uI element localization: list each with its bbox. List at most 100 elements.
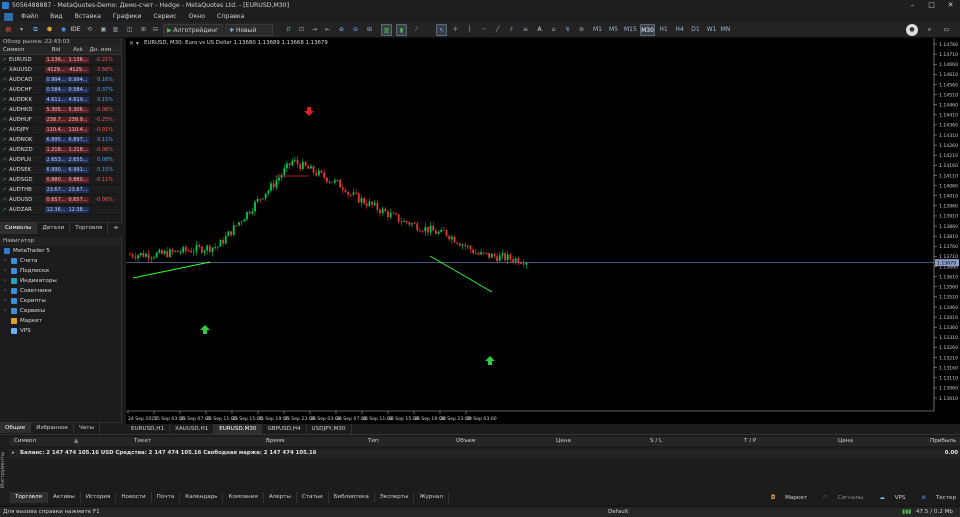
- market-watch-row[interactable]: AUDCHF0.584...0.584...0.37%: [0, 85, 121, 95]
- price-chart[interactable]: 1.14760 1.14710 1.14660 1.14610 1.14560 1.145…: [126, 38, 960, 424]
- fibonacci-icon[interactable]: ≡: [520, 24, 531, 36]
- expand-arrow-icon[interactable]: ›: [4, 306, 11, 316]
- market-watch-row[interactable]: AUDUSD0.657...0.657...-0.06%: [0, 195, 121, 205]
- chart-tab-gbpusd-h4[interactable]: GBPUSD,H4: [262, 424, 307, 434]
- tf-mn[interactable]: MN: [720, 24, 731, 36]
- market-watch-row[interactable]: AUDNZD1.218...1.218...-0.06%: [0, 145, 121, 155]
- chart-window[interactable]: 1.14760 1.14710 1.14660 1.14610 1.14560 1.145…: [126, 38, 960, 424]
- tf-d1[interactable]: D1: [690, 24, 701, 36]
- history-icon[interactable]: ⊟: [150, 24, 161, 36]
- th-sl[interactable]: S / L: [650, 437, 662, 446]
- channel-icon[interactable]: ⫽: [506, 24, 517, 36]
- autoscroll-icon[interactable]: ⇤: [322, 24, 333, 36]
- col-bid[interactable]: Bid: [45, 46, 67, 54]
- th-type[interactable]: Тип: [368, 437, 379, 446]
- terminal-icon[interactable]: ▥: [110, 24, 121, 36]
- crosshair-icon[interactable]: ✛: [450, 24, 461, 36]
- tab-assets[interactable]: Активы: [48, 492, 81, 503]
- ide-button[interactable]: IDE: [70, 24, 81, 36]
- menu-view[interactable]: Вид: [44, 13, 69, 20]
- expand-arrow-icon[interactable]: ›: [4, 276, 11, 286]
- tf-m5[interactable]: M5: [608, 24, 619, 36]
- tab-details[interactable]: Детали: [37, 223, 71, 234]
- nav-item-indicators[interactable]: › Индикаторы: [0, 276, 121, 286]
- market-watch-row[interactable]: AUDSGD0.880...0.880...-0.11%: [0, 175, 121, 185]
- th-current-price[interactable]: Цена: [838, 437, 853, 446]
- new-order-button[interactable]: ✚ Новый ордер: [225, 24, 273, 46]
- nav-item-subscriptions[interactable]: › Подписки: [0, 266, 121, 276]
- trendline-icon[interactable]: ╱: [492, 24, 503, 36]
- arrows-icon[interactable]: ↯: [562, 24, 573, 36]
- tab-alerts[interactable]: Алерты: [264, 492, 297, 503]
- vps-link[interactable]: ☁ VPS: [871, 495, 905, 501]
- tf-h4[interactable]: H4: [674, 24, 685, 36]
- chart-shift-icon[interactable]: ⇥: [309, 24, 320, 36]
- tab-scroll-arrows-icon[interactable]: ◂▸: [108, 223, 124, 234]
- tab-symbols[interactable]: Символы: [0, 223, 38, 234]
- market-watch-row[interactable]: AUDNOK6.895...6.897... 0.11%: [0, 135, 121, 145]
- market-watch-row[interactable]: AUDZAR12.36...12.38...: [0, 205, 121, 215]
- market-watch-row[interactable]: AUDHUF238.7...239.9... -0.25%: [0, 115, 121, 125]
- chart-tab-xauusd-h1[interactable]: XAUUSD,H1: [170, 424, 215, 434]
- toolbox-side-label[interactable]: Инструменты: [0, 437, 10, 504]
- market-watch-row[interactable]: AUDCAD0.994...0.994...0.16%: [0, 75, 121, 85]
- shapes-icon[interactable]: ⌂: [548, 24, 559, 36]
- market-link[interactable]: ◘ Маркет: [763, 495, 807, 501]
- chart-tab-eurusd-h1[interactable]: EURUSD,H1: [126, 424, 171, 434]
- tab-calendar[interactable]: Календарь: [180, 492, 224, 503]
- tab-trade[interactable]: Торговля: [10, 492, 48, 503]
- market-icon[interactable]: ⬢: [44, 24, 55, 36]
- zoom-in-icon[interactable]: ⊕: [336, 24, 347, 36]
- nav-item-experts[interactable]: › Советники: [0, 286, 121, 296]
- th-tp[interactable]: T / P: [744, 437, 756, 446]
- dropdown-arrow-icon[interactable]: ▾: [16, 24, 27, 36]
- tile-windows-icon[interactable]: ⊞: [364, 24, 375, 36]
- vertical-line-icon[interactable]: │: [464, 24, 475, 36]
- tab-trading[interactable]: Торговля: [70, 223, 109, 234]
- profile-name[interactable]: Default: [608, 507, 628, 517]
- th-ticket[interactable]: Тикет: [134, 437, 151, 446]
- tab-chats[interactable]: Чаты: [74, 423, 100, 433]
- col-symbol[interactable]: Символ: [0, 46, 45, 54]
- zoom-out-icon[interactable]: ⊖: [350, 24, 361, 36]
- market-watch-row[interactable]: EURUSD1.136...1.136...-0.21%: [0, 55, 121, 65]
- tf-w1[interactable]: W1: [706, 24, 717, 36]
- signals-icon[interactable]: ◉: [58, 24, 69, 36]
- tab-experts[interactable]: Эксперты: [375, 492, 415, 503]
- close-icon[interactable]: ✕: [941, 0, 960, 11]
- market-watch-row[interactable]: AUDTHB23.67...23.67...: [0, 185, 121, 195]
- minimize-icon[interactable]: –: [903, 0, 922, 11]
- search-icon[interactable]: ⌕: [924, 24, 935, 36]
- tab-library[interactable]: Библиотека: [329, 492, 375, 503]
- text-tool-icon[interactable]: A: [534, 24, 545, 36]
- market-watch-row[interactable]: AUDDKK4.611...4.619... 0.15%: [0, 95, 121, 105]
- chart-controls-icon[interactable]: ✕ ▾: [129, 40, 141, 48]
- menu-file[interactable]: Файл: [15, 13, 44, 20]
- market-watch-row[interactable]: AUDJPY110.4...110.4...-0.01%: [0, 125, 121, 135]
- tab-favorites[interactable]: Избранное: [31, 423, 74, 433]
- expand-arrow-icon[interactable]: ▸: [12, 449, 15, 458]
- balance-row[interactable]: ▸ Баланс: 2 147 474 105.16 USD Средства:…: [10, 449, 960, 458]
- expand-arrow-icon[interactable]: ›: [4, 256, 11, 266]
- bar-chart-icon[interactable]: ▥: [381, 24, 392, 36]
- col-ask[interactable]: Ask: [67, 46, 89, 54]
- market-watch-row[interactable]: AUDPLN2.653...2.655... 0.08%: [0, 155, 121, 165]
- menu-help[interactable]: Справка: [211, 13, 250, 20]
- menu-tools[interactable]: Сервис: [147, 13, 182, 20]
- expand-arrow-icon[interactable]: ›: [4, 266, 11, 276]
- nav-root[interactable]: MetaTrader 5: [0, 246, 121, 256]
- navigator-icon[interactable]: ▣: [98, 24, 109, 36]
- chart-tab-usdjpy-m30[interactable]: USDJPY,M30: [307, 424, 352, 434]
- nav-item-vps[interactable]: VPS: [0, 326, 121, 336]
- tab-articles[interactable]: Статьи: [297, 492, 329, 503]
- candlestick-icon[interactable]: ▮: [396, 24, 407, 36]
- menu-window[interactable]: Окно: [183, 13, 211, 20]
- tf-m15[interactable]: M15: [624, 24, 637, 36]
- menu-charts[interactable]: Графики: [107, 13, 148, 20]
- tf-m1[interactable]: M1: [592, 24, 603, 36]
- col-change[interactable]: Дн. изм.: [89, 46, 115, 54]
- chart-tab-eurusd-m30[interactable]: EURUSD,M30: [214, 424, 263, 434]
- market-watch-row[interactable]: XAUUSD4129...4129...-3.56%: [0, 65, 121, 75]
- th-symbol[interactable]: Символ: [14, 437, 36, 446]
- menu-insert[interactable]: Вставка: [69, 13, 107, 20]
